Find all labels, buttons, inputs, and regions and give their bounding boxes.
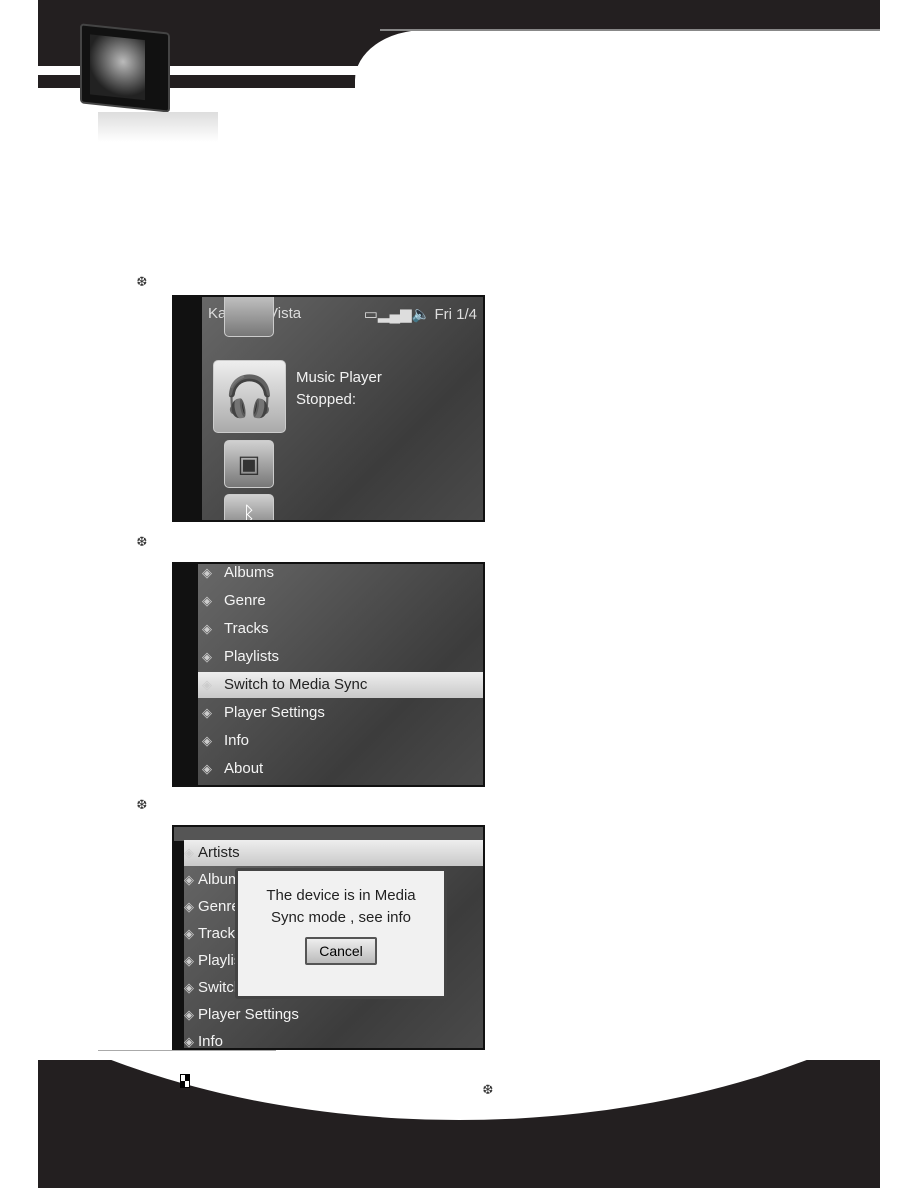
snowflake-bullet-icon: ❆ [482,1083,494,1098]
menu-item-label: Playlists [224,648,280,665]
snowflake-bullet-icon: ❆ [136,275,148,290]
info-icon: ◈ [202,733,212,748]
menu-item[interactable]: ◈ Genre [198,588,483,614]
menu-icon: ◈ [184,1034,194,1049]
top-bar [174,827,483,841]
left-bar [174,297,202,520]
app-name: Music Player [296,369,382,386]
left-bar [174,827,184,1048]
screenshot-home: KaneLu_Vista ▭▂▄▆🔈 Fri 1/4 🎧 ▣ ᛒ Music P… [172,295,485,522]
left-bar [174,564,198,785]
menu-item[interactable]: ◈ About [198,756,483,782]
app-state: Stopped: [296,391,357,408]
device-screen [90,34,145,101]
menu-item[interactable]: ◈ Player Settings [198,700,483,726]
status-bar: ▭▂▄▆🔈 Fri 1/4 [364,305,477,323]
menu-item-label: Switch to Media Sync [224,676,368,693]
dialog-message: The device is in Media [266,887,416,904]
battery-icon: ▭ [363,306,378,323]
albums-icon: ◈ [202,565,212,580]
footer-curve [38,1060,880,1120]
checker-icon [180,1074,190,1088]
app-info: Music Player Stopped: [296,367,382,411]
menu-item[interactable]: ◈ Artists [184,840,483,866]
menu-item-label: Info [224,732,250,749]
menu-item[interactable]: ◈ Switch to Media Sync [198,672,483,698]
menu-item-label: Artists [198,844,240,861]
footer-band [38,1060,880,1188]
dialog-message: Sync mode , see info [270,909,412,926]
menu-icon: ◈ [184,1007,194,1022]
menu-item[interactable]: ◈ Info [184,1029,483,1050]
cancel-button[interactable]: Cancel [305,937,377,965]
menu-item[interactable]: ◈ Albums [198,564,483,586]
sync-icon: ◈ [202,677,212,692]
sync-dialog: The device is in Media Sync mode , see in… [235,868,447,999]
snowflake-bullet-icon: ❆ [136,798,148,813]
menu-item[interactable]: ◈ Tracks [198,616,483,642]
menu-item-label: Tracks [224,620,269,637]
header-line [380,29,880,31]
menu-item-label: Albums [224,564,275,581]
about-icon: ◈ [202,761,212,776]
menu-item[interactable]: ◈ Info [198,728,483,754]
menu-icon: ◈ [184,872,194,887]
volume-icon: 🔈 [411,306,431,323]
headphones-icon[interactable]: 🎧 [213,360,286,433]
snowflake-bullet-icon: ❆ [136,535,148,550]
tile-icon[interactable] [224,297,274,337]
screenshot-menu: ◈ Albums ◈ Genre ◈ Tracks ◈ Playlists ◈ Switch to… [172,562,485,787]
divider [98,1050,276,1051]
menu-icon: ◈ [184,953,194,968]
menu-item-label: Info [198,1033,224,1050]
menu-item-label: About [224,760,264,777]
menu-item-label: Player Settings [198,1006,299,1023]
menu-item[interactable]: ◈ Playlists [198,644,483,670]
signal-icon: ▂▄▆ [377,306,412,323]
photos-icon[interactable]: ▣ [224,440,274,488]
menu-item-label: Genre [198,898,240,915]
bluetooth-icon[interactable]: ᛒ [224,494,274,520]
tracks-icon: ◈ [202,621,212,636]
menu-icon: ◈ [184,899,194,914]
genre-icon: ◈ [202,593,212,608]
settings-icon: ◈ [202,705,212,720]
device-reflection [98,112,218,142]
menu-icon: ◈ [184,980,194,995]
menu-item-label: Genre [224,592,266,609]
menu-item[interactable]: ◈ Player Settings [184,1002,483,1028]
playlists-icon: ◈ [202,649,212,664]
screenshot-dialog: ◈ Artists ◈ Albums ◈ Genre ◈ Tracks ◈ Playlists ◈ S… [172,825,485,1050]
menu-icon: ◈ [184,926,194,941]
device-image [80,23,170,113]
header-panel [355,30,880,110]
menu-item-label: Player Settings [224,704,325,721]
menu-icon: ◈ [184,845,194,860]
date: Fri 1/4 [434,306,477,323]
